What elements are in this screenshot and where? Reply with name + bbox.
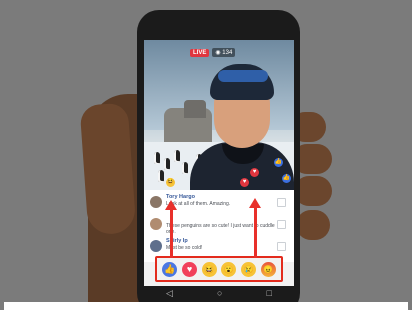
like-icon[interactable] <box>277 220 286 229</box>
floating-like-icon: 👍 <box>282 174 291 183</box>
like-reaction-icon[interactable]: 👍 <box>162 261 178 277</box>
floating-like-icon: 👍 <box>274 158 283 167</box>
floating-love-icon: ♥ <box>250 168 259 177</box>
red-arrow-head <box>165 200 177 210</box>
finger <box>296 210 330 240</box>
photo-scene: LIVE ◉ 134 👍 ♥ 👍 😆 ♥ Tory Hargo Look at … <box>0 0 412 310</box>
live-video[interactable]: LIVE ◉ 134 👍 ♥ 👍 😆 ♥ <box>144 40 294 190</box>
viewer-count: ◉ 134 <box>212 48 236 57</box>
photo-border <box>4 302 408 310</box>
thumb <box>79 102 137 236</box>
haha-reaction-icon[interactable]: 😆 <box>201 261 217 277</box>
live-badge: LIVE <box>190 48 210 57</box>
reactions-bar: 👍 ♥ 😆 😮 😢 😠 <box>155 256 283 282</box>
penguin <box>182 162 188 174</box>
comment-text: Must be so cold! <box>166 245 203 251</box>
red-arrow <box>170 210 173 258</box>
like-icon[interactable] <box>277 198 286 207</box>
home-icon[interactable]: ○ <box>217 288 222 298</box>
penguin <box>164 158 170 170</box>
love-reaction-icon[interactable]: ♥ <box>181 261 197 277</box>
penguin <box>154 152 160 164</box>
avatar <box>150 240 162 252</box>
sad-reaction-icon[interactable]: 😢 <box>240 261 256 277</box>
back-icon[interactable]: ◁ <box>166 288 173 299</box>
floating-haha-icon: 😆 <box>166 178 175 187</box>
angry-reaction-icon[interactable]: 😠 <box>260 261 276 277</box>
goggles <box>218 70 268 82</box>
wow-reaction-icon[interactable]: 😮 <box>221 261 237 277</box>
red-arrow-head <box>249 198 261 208</box>
eye-icon: ◉ <box>215 50 221 56</box>
floating-love-icon: ♥ <box>240 178 249 187</box>
phone-screen: LIVE ◉ 134 👍 ♥ 👍 😆 ♥ Tory Hargo Look at … <box>144 40 294 286</box>
viewer-count-value: 134 <box>222 50 233 56</box>
like-icon[interactable] <box>277 242 286 251</box>
penguin <box>158 170 164 182</box>
avatar <box>150 218 162 230</box>
avatar <box>150 196 162 208</box>
penguin <box>174 150 180 162</box>
android-navbar: ◁ ○ □ <box>144 286 294 300</box>
comment-text: These penguins are so cute! I just want … <box>166 223 275 235</box>
live-header: LIVE ◉ 134 <box>190 48 236 57</box>
red-arrow <box>254 208 257 258</box>
recents-icon[interactable]: □ <box>267 288 272 298</box>
rock-formation <box>184 100 206 118</box>
